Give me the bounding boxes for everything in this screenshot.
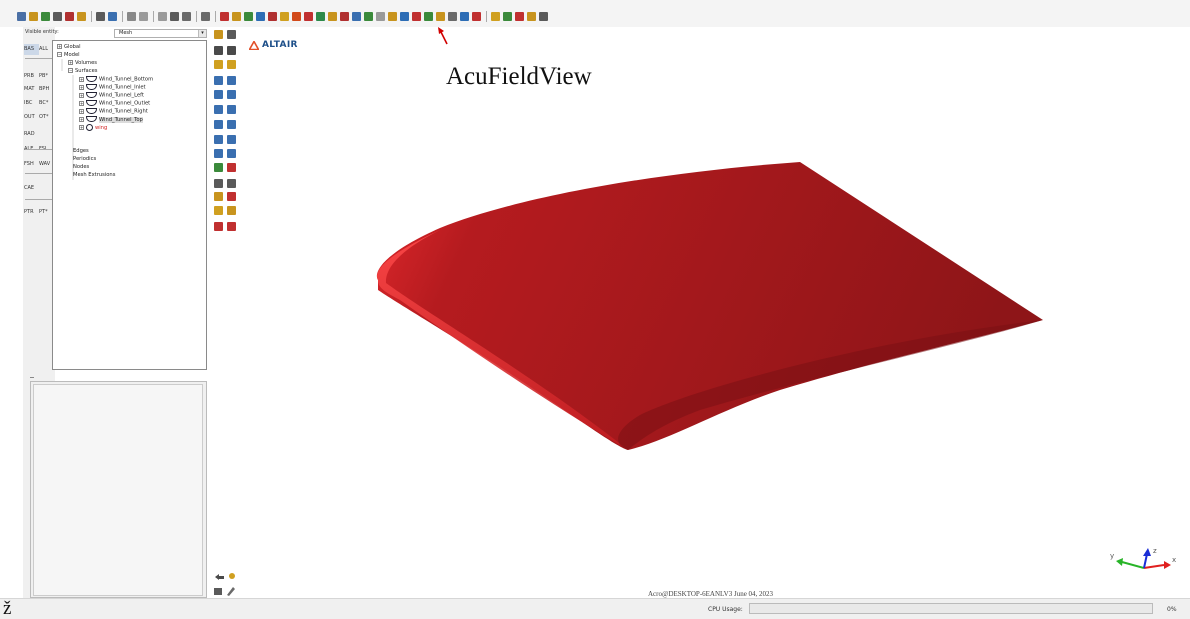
coordinate-triad: x y z	[1110, 548, 1176, 569]
wing-model[interactable]	[0, 0, 1190, 619]
viewport-bottom-tools	[213, 571, 238, 601]
triad-y-label: y	[1110, 552, 1114, 560]
cpu-usage-percent: 0%	[1167, 606, 1177, 613]
corner-glyph: ž	[3, 598, 12, 619]
annotation-arrow	[438, 27, 448, 45]
probe-icon	[229, 573, 235, 579]
layer-icon	[214, 588, 222, 595]
annotation-label: AcuFieldView	[446, 63, 592, 90]
brush-icon	[227, 587, 235, 596]
cpu-usage-bar	[749, 603, 1153, 614]
viewport-watermark: Acro@DESKTOP-6EANLV3 June 04, 2023	[648, 590, 774, 598]
triad-x-label: x	[1172, 556, 1176, 564]
cpu-usage-label: CPU Usage:	[708, 606, 743, 613]
triad-z-label: z	[1153, 548, 1157, 555]
undo-icon	[215, 574, 224, 580]
